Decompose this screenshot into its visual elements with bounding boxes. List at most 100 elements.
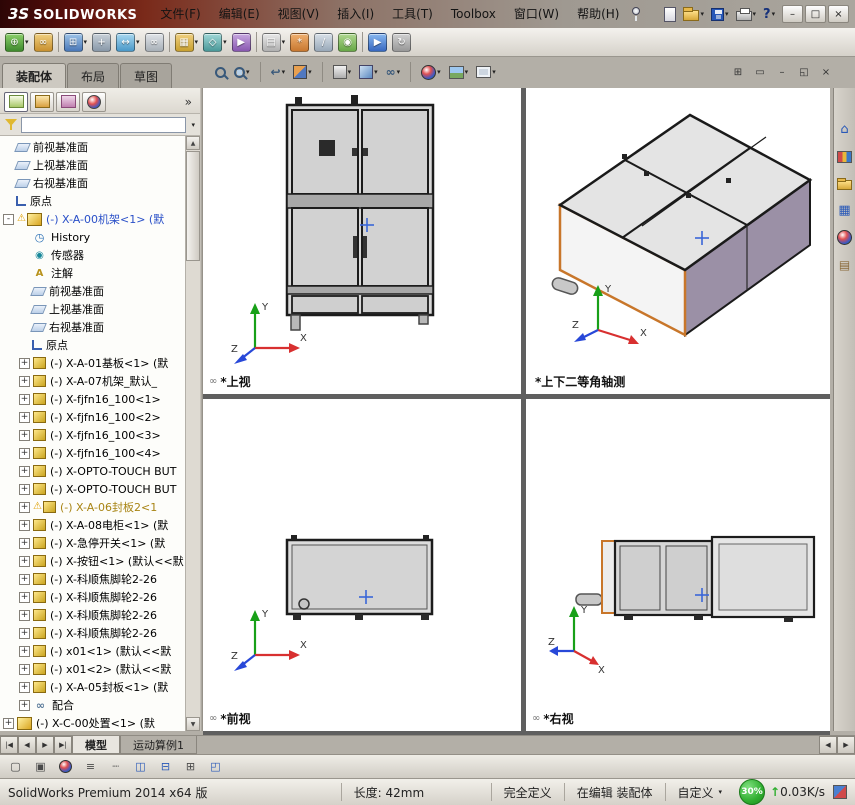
viewport-top-left[interactable]: Y X Z ∞ *上视: [203, 88, 521, 394]
assembly-features-icon[interactable]: ▦ ▾: [173, 29, 201, 55]
tree-item[interactable]: 原点: [0, 192, 185, 210]
menu-item[interactable]: 窗口(W): [505, 0, 568, 28]
expander-icon[interactable]: +: [19, 592, 30, 603]
tree-item[interactable]: + (-) x01<2> (默认<<默: [0, 660, 185, 678]
tree-item[interactable]: + (-) X-fjfn16_100<2>: [0, 408, 185, 426]
reference-geometry-icon[interactable]: ◇ ▾: [201, 29, 229, 55]
viewport-bottom-left[interactable]: Y X Z ∞ *前视: [203, 399, 521, 731]
appearance-icon[interactable]: [55, 757, 76, 776]
display-style-icon[interactable]: ▾: [356, 61, 381, 83]
open-button[interactable]: ▾: [681, 3, 706, 25]
tray-icon[interactable]: [833, 785, 847, 799]
zoom-area-icon[interactable]: ▾: [231, 61, 253, 83]
expander-icon[interactable]: +: [19, 502, 30, 513]
menu-item[interactable]: 插入(I): [328, 0, 383, 28]
appearances-icon[interactable]: [835, 228, 854, 247]
command-tab[interactable]: 布局: [67, 63, 119, 88]
tree-item[interactable]: + (-) X-OPTO-TOUCH BUT: [0, 480, 185, 498]
scroll-up-icon[interactable]: ▲: [186, 136, 200, 150]
filter-input[interactable]: [21, 117, 186, 133]
tree-item[interactable]: + ∞ 配合: [0, 696, 185, 714]
scroll-down-icon[interactable]: ▼: [186, 717, 200, 731]
sheet-tab[interactable]: 模型: [72, 736, 120, 754]
minimize-window-icon[interactable]: –: [773, 64, 791, 80]
previous-view-icon[interactable]: ↩ ▾: [268, 61, 289, 83]
expander-icon[interactable]: +: [19, 574, 30, 585]
tree-item[interactable]: + (-) X-科顺焦脚轮2-26: [0, 570, 185, 588]
first-tab-button[interactable]: |◀: [0, 736, 18, 754]
separator[interactable]: [56, 29, 61, 55]
cabinet-front-small-drawing[interactable]: [203, 399, 521, 731]
file-explorer-icon[interactable]: [835, 174, 854, 193]
hide-all-types-icon[interactable]: ▣: [30, 757, 51, 776]
expander-icon[interactable]: +: [19, 412, 30, 423]
line-style-icon[interactable]: ≡: [80, 757, 101, 776]
explode-line-sketch-icon[interactable]: /: [312, 29, 335, 55]
tree-item[interactable]: + (-) X-科顺焦脚轮2-26: [0, 588, 185, 606]
tree-item[interactable]: 上视基准面: [0, 156, 185, 174]
tree-item[interactable]: + (-) X-fjfn16_100<1>: [0, 390, 185, 408]
separator[interactable]: [254, 29, 259, 55]
tree-item[interactable]: + (-) X-科顺焦脚轮2-26: [0, 624, 185, 642]
menu-item[interactable]: 工具(T): [383, 0, 442, 28]
exploded-view-icon[interactable]: *: [288, 29, 311, 55]
view-orientation-icon[interactable]: ▾: [330, 61, 355, 83]
tree-item[interactable]: 原点: [0, 336, 185, 354]
tree-item[interactable]: A 注解: [0, 264, 185, 282]
last-tab-button[interactable]: ▶|: [54, 736, 72, 754]
tree-scrollbar[interactable]: ▲ ▼: [185, 136, 200, 731]
tile-horizontal-icon[interactable]: ◫: [130, 757, 151, 776]
separator[interactable]: [167, 29, 172, 55]
tree-item[interactable]: + (-) X-按钮<1> (默认<<默: [0, 552, 185, 570]
update-speedpak-icon[interactable]: ↻: [390, 29, 413, 55]
table-icon[interactable]: ⊞: [180, 757, 201, 776]
command-tab[interactable]: 装配体: [2, 63, 66, 88]
sheet-tab[interactable]: 运动算例1: [120, 736, 197, 754]
insert-component-icon[interactable]: ⊕ ▾: [3, 29, 31, 55]
tree-item[interactable]: + (-) X-A-01基板<1> (默: [0, 354, 185, 372]
panel-overflow-button[interactable]: »: [181, 95, 196, 109]
expander-icon[interactable]: +: [19, 646, 30, 657]
custom-dropdown[interactable]: 自定义 ▾: [665, 783, 735, 802]
view-settings-icon[interactable]: ▾: [473, 61, 499, 83]
expander-icon[interactable]: +: [19, 430, 30, 441]
expander-icon[interactable]: +: [19, 700, 30, 711]
smart-fasteners-icon[interactable]: +: [90, 29, 113, 55]
tree-item[interactable]: ◉ 传感器: [0, 246, 185, 264]
move-component-icon[interactable]: ↔ ▾: [114, 29, 142, 55]
edit-appearance-icon[interactable]: ▾: [418, 61, 444, 83]
tree-item[interactable]: + ⚠ (-) X-A-06封板2<1: [0, 498, 185, 516]
next-tab-button[interactable]: ▶: [36, 736, 54, 754]
view-palette-icon[interactable]: ▦: [835, 201, 854, 220]
selection-filter-icon[interactable]: ▢: [5, 757, 26, 776]
scroll-left-button[interactable]: ◀: [819, 736, 837, 754]
panel-tab-button[interactable]: [4, 92, 28, 112]
tree-item[interactable]: + (-) X-科顺焦脚轮2-26: [0, 606, 185, 624]
expander-icon[interactable]: +: [19, 628, 30, 639]
tree-item[interactable]: 前视基准面: [0, 138, 185, 156]
menu-item[interactable]: 文件(F): [151, 0, 209, 28]
new-motion-study-icon[interactable]: ▶: [230, 29, 253, 55]
save-button[interactable]: ▾: [709, 3, 731, 25]
expander-icon[interactable]: +: [19, 682, 30, 693]
panel-tab-button[interactable]: [30, 92, 54, 112]
pin-menu-icon[interactable]: [632, 7, 640, 15]
expander-icon[interactable]: +: [19, 538, 30, 549]
prev-tab-button[interactable]: ◀: [18, 736, 36, 754]
tree-item[interactable]: 右视基准面: [0, 174, 185, 192]
expander-icon[interactable]: +: [19, 556, 30, 567]
tree-item[interactable]: + (-) X-急停开关<1> (默: [0, 534, 185, 552]
viewport-top-right[interactable]: Y X Z *上下二等角轴测: [526, 88, 830, 394]
network-speed-badge[interactable]: 30%: [739, 779, 765, 805]
expander-icon[interactable]: +: [19, 664, 30, 675]
expander-icon[interactable]: +: [19, 394, 30, 405]
show-hidden-components-icon[interactable]: ∞: [143, 29, 166, 55]
tree-item[interactable]: + (-) X-OPTO-TOUCH BUT: [0, 462, 185, 480]
zoom-fit-icon[interactable]: [212, 61, 229, 83]
viewport-layout-icon[interactable]: ⊞: [729, 64, 747, 80]
menu-item[interactable]: 帮助(H): [568, 0, 628, 28]
minimize-button[interactable]: –: [782, 5, 803, 23]
help-button[interactable]: ?▾: [761, 3, 777, 25]
panel-tab-button[interactable]: [56, 92, 80, 112]
tree-item[interactable]: + (-) X-A-05封板<1> (默: [0, 678, 185, 696]
